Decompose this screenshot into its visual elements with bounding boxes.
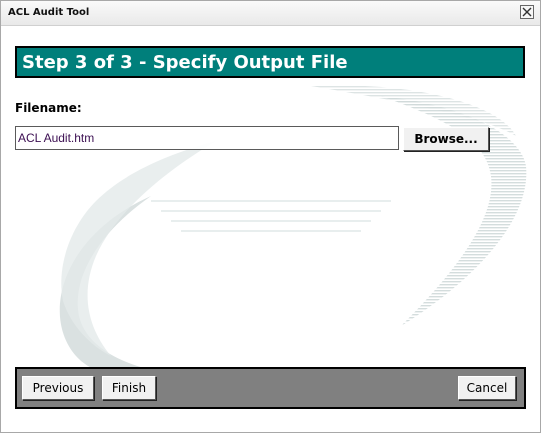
close-icon (522, 7, 532, 17)
step-header: Step 3 of 3 - Specify Output File (15, 46, 525, 78)
previous-button[interactable]: Previous (22, 376, 94, 400)
window-title: ACL Audit Tool (8, 7, 90, 18)
filename-field[interactable]: ACL Audit.htm (15, 126, 399, 150)
browse-button[interactable]: Browse... (403, 127, 489, 151)
cancel-button[interactable]: Cancel (458, 376, 516, 400)
dialog-window: ACL Audit Tool Step 3 of 3 - Specify Out… (0, 0, 541, 433)
step-title: Step 3 of 3 - Specify Output File (22, 52, 348, 73)
title-bar[interactable]: ACL Audit Tool (1, 1, 540, 26)
finish-button[interactable]: Finish (102, 376, 156, 400)
filename-label: Filename: (15, 101, 82, 115)
button-bar: Previous Finish Cancel (15, 367, 526, 409)
close-button[interactable] (520, 5, 534, 19)
